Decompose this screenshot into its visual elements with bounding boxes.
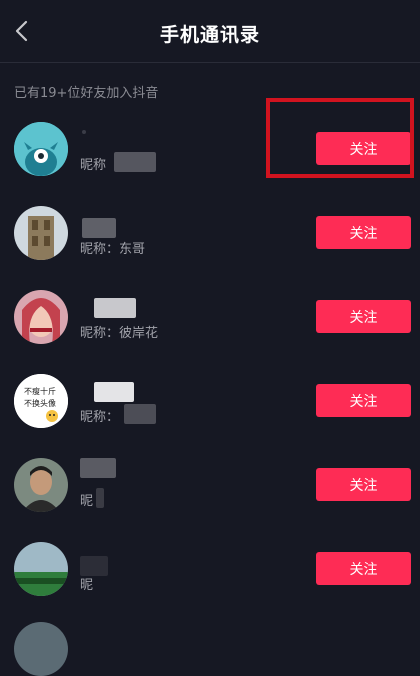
blurred-name: [80, 556, 108, 576]
avatar[interactable]: [14, 542, 68, 596]
avatar-text-line1: 不瘦十斤: [24, 386, 56, 396]
blurred-name: [82, 130, 86, 134]
blurred-nickname: [96, 488, 104, 508]
avatar[interactable]: 不瘦十斤 不换头像: [14, 374, 68, 428]
contact-row: 昵 关注: [0, 452, 420, 536]
nickname-text: 昵称：彼岸花: [80, 326, 159, 341]
woman-photo-avatar-icon: [14, 290, 68, 344]
text-avatar-icon: 不瘦十斤 不换头像: [14, 374, 68, 428]
monster-avatar-icon: [14, 122, 68, 176]
avatar[interactable]: [14, 122, 68, 176]
follow-button[interactable]: 关注: [316, 216, 411, 249]
nickname-text: 昵称: [80, 158, 107, 173]
nickname-text: 昵: [80, 494, 94, 509]
highlight-box: [266, 98, 414, 178]
avatar[interactable]: [14, 290, 68, 344]
tower-photo-avatar-icon: [14, 206, 68, 260]
avatar[interactable]: [14, 622, 68, 676]
follow-button[interactable]: 关注: [316, 552, 411, 585]
man-photo-avatar-icon: [14, 458, 68, 512]
page-title: 手机通讯录: [159, 24, 260, 46]
follow-button[interactable]: 关注: [316, 384, 411, 417]
nickname-text: 昵称：东哥: [80, 242, 146, 257]
landscape-photo-avatar-icon: [14, 542, 68, 596]
blurred-name: [82, 218, 116, 238]
blurred-name: [80, 458, 116, 478]
contact-row: 昵称：东哥 关注: [0, 200, 420, 284]
blurred-nickname: [124, 404, 156, 424]
avatar-text-line2: 不换头像: [24, 398, 56, 408]
nickname-text: 昵称：: [80, 410, 120, 425]
blurred-name: [94, 382, 134, 402]
avatar[interactable]: [14, 206, 68, 260]
contact-row: 昵称：彼岸花 关注: [0, 284, 420, 368]
follow-button[interactable]: 关注: [316, 300, 411, 333]
blurred-nickname: [114, 152, 156, 172]
top-bar: 手机通讯录: [0, 0, 420, 63]
friends-count-text: 已有19+位好友加入抖音: [14, 86, 159, 101]
contact-row: 昵 关注: [0, 536, 420, 620]
blurred-name: [94, 298, 136, 318]
follow-button[interactable]: 关注: [316, 468, 411, 501]
nickname-text: 昵: [80, 578, 94, 593]
avatar[interactable]: [14, 458, 68, 512]
contact-row: 不瘦十斤 不换头像 昵称： 关注: [0, 368, 420, 452]
